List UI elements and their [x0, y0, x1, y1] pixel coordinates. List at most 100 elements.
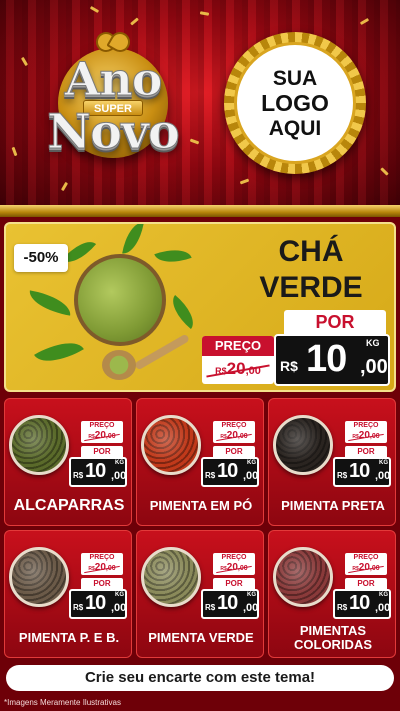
confetti-piece — [60, 181, 69, 192]
cta-banner[interactable]: Crie seu encarte com este tema! — [6, 665, 394, 691]
new-price: R$ 10 KG ,00 — [69, 589, 127, 619]
preco-label: PREÇO — [353, 554, 379, 561]
price-decimals: ,00 — [243, 470, 259, 482]
discount-badge: -50% — [14, 244, 68, 272]
product-image — [141, 415, 201, 475]
product-name-line-1: PIMENTAS — [299, 623, 367, 638]
preco-label: PREÇO — [221, 554, 247, 561]
currency: R$ — [337, 471, 348, 480]
por-label: POR — [345, 578, 387, 589]
old-price: R$20,00 — [213, 430, 255, 443]
header-banner: Ano SUPER Novo SUA LOGO AQUI — [0, 0, 400, 205]
confetti-piece — [130, 17, 139, 26]
disclaimer-text: *Imagens Meramente Ilustrativas — [4, 698, 121, 707]
logo-placeholder: SUA LOGO AQUI — [224, 32, 366, 174]
featured-new-price: R$ 10 KG ,00 — [274, 334, 390, 386]
old-price-integer: 20 — [94, 562, 106, 573]
ano-novo-title-badge: Ano SUPER Novo — [28, 30, 198, 180]
preco-label: PREÇO — [89, 422, 115, 429]
product-image — [9, 415, 69, 475]
old-price-integer: 20 — [94, 430, 106, 441]
product-image — [9, 547, 69, 607]
old-price: R$20,00 — [213, 562, 255, 575]
price-integer: 10 — [85, 460, 106, 482]
product-card: PREÇO R$20,00 POR R$ 10 KG ,00 PIMENTA V… — [136, 530, 264, 658]
old-price-integer: 20 — [226, 430, 238, 441]
product-image — [273, 547, 333, 607]
old-price-integer: 20 — [358, 562, 370, 573]
old-price-box: PREÇO R$20,00 — [345, 553, 387, 575]
product-name: PIMENTAS COLORIDAS — [269, 623, 395, 653]
old-price-box: PREÇO R$20,00 — [345, 421, 387, 443]
old-price-integer: 20 — [358, 430, 370, 441]
product-image — [273, 415, 333, 475]
product-name: PIMENTA EM PÓ — [149, 498, 253, 513]
spoon-image — [102, 350, 136, 380]
currency: R$ — [205, 603, 216, 612]
bow-icon — [96, 30, 130, 52]
currency: R$ — [73, 603, 84, 612]
old-price-decimals: ,00 — [237, 565, 248, 572]
currency: R$ — [73, 471, 84, 480]
gold-divider — [0, 205, 400, 217]
price-decimals: ,00 — [111, 470, 127, 482]
old-price: R$20,00 — [81, 430, 123, 443]
confetti-piece — [89, 5, 100, 14]
product-image — [141, 547, 201, 607]
price-decimals: ,00 — [375, 602, 391, 614]
product-name: PIMENTA PRETA — [281, 498, 385, 513]
new-price: R$ 10 KG ,00 — [333, 589, 391, 619]
featured-name-line-2: VERDE — [259, 271, 363, 304]
confetti-piece — [20, 56, 29, 67]
new-price: R$ 10 KG ,00 — [201, 457, 259, 487]
price-integer: 10 — [306, 338, 347, 380]
featured-product-name: CHÁ VERDE — [236, 234, 386, 306]
unit-label: KG — [115, 592, 124, 598]
currency: R$ — [337, 603, 348, 612]
product-name-line-2: COLORIDAS — [294, 637, 372, 652]
price-decimals: ,00 — [111, 602, 127, 614]
logo-text: SUA LOGO AQUI — [234, 42, 356, 164]
price-integer: 10 — [217, 592, 238, 614]
logo-line-3: AQUI — [268, 116, 322, 140]
price-integer: 10 — [85, 592, 106, 614]
product-name: ALCAPARRAS — [13, 497, 125, 514]
old-price-decimals: ,00 — [105, 565, 116, 572]
unit-label: KG — [115, 460, 124, 466]
leaf-icon — [122, 224, 144, 257]
product-card: PREÇO R$20,00 POR R$ 10 KG ,00 PIMENTA E… — [136, 398, 264, 526]
featured-old-price: R$20,00 — [202, 356, 274, 384]
old-price-decimals: ,00 — [237, 433, 248, 440]
featured-por-label: POR — [284, 310, 386, 334]
featured-product-card: -50% CHÁ VERDE POR PREÇO R$20,00 R$ 10 K… — [4, 222, 396, 392]
price-decimals: ,00 — [375, 470, 391, 482]
old-price-decimals: ,00 — [105, 433, 116, 440]
old-price-box: PREÇO R$20,00 — [81, 421, 123, 443]
unit-label: KG — [366, 338, 380, 348]
price-integer: 10 — [349, 460, 370, 482]
featured-old-price-box: PREÇO R$20,00 — [202, 336, 274, 384]
preco-label: PREÇO — [221, 422, 247, 429]
old-price: R$20,00 — [345, 562, 387, 575]
por-label: POR — [213, 578, 255, 589]
logo-line-2: LOGO — [261, 89, 329, 116]
product-card: PREÇO R$20,00 POR R$ 10 KG ,00 ALCAPARRA… — [4, 398, 132, 526]
title-ano: Ano — [64, 52, 163, 107]
product-card: PREÇO R$20,00 POR R$ 10 KG ,00 PIMENTA P… — [4, 530, 132, 658]
por-label: POR — [81, 446, 123, 457]
new-price: R$ 10 KG ,00 — [69, 457, 127, 487]
product-name: PIMENTA P. E B. — [18, 630, 120, 645]
leaf-icon — [154, 242, 192, 270]
unit-label: KG — [247, 592, 256, 598]
leaf-icon — [26, 290, 74, 316]
title-novo: Novo — [47, 104, 181, 161]
new-price: R$ 10 KG ,00 — [201, 589, 259, 619]
old-price-integer: 20 — [226, 562, 238, 573]
logo-line-1: SUA — [272, 66, 318, 90]
featured-name-line-1: CHÁ — [278, 235, 344, 268]
unit-label: KG — [247, 460, 256, 466]
old-price-box: PREÇO R$20,00 — [81, 553, 123, 575]
currency: R$ — [280, 358, 298, 374]
price-integer: 10 — [217, 460, 238, 482]
featured-preco-label: PREÇO — [202, 336, 274, 356]
